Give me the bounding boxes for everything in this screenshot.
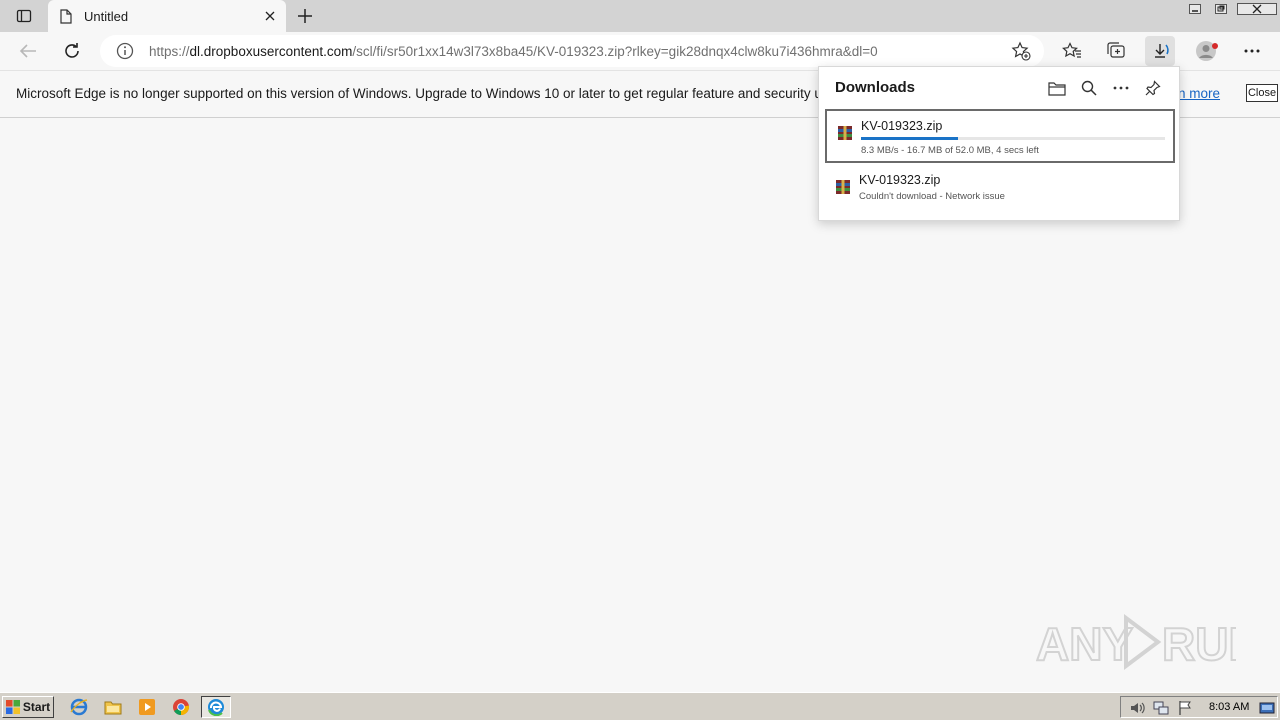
refresh-icon: [65, 43, 79, 58]
more-icon: [1244, 49, 1260, 53]
internet-explorer-icon: [70, 698, 88, 716]
download-status: Couldn't download - Network issue: [859, 191, 1005, 202]
star-add-icon: [1011, 41, 1031, 61]
media-player-icon: [139, 699, 155, 715]
action-center-flag-icon[interactable]: [1177, 700, 1193, 716]
windows-taskbar: Start 8:03 AM: [0, 692, 1280, 720]
minimize-icon: [1189, 4, 1201, 14]
minimize-button[interactable]: [1182, 0, 1208, 18]
downloads-title: Downloads: [835, 79, 916, 96]
taskbar-explorer-button[interactable]: [100, 696, 126, 718]
anyrun-watermark-logo: ANY RUN: [1036, 614, 1236, 671]
infobar-close-button[interactable]: Close: [1246, 84, 1278, 102]
browser-toolbar: https://dl.dropboxusercontent.com/scl/fi…: [0, 32, 1280, 70]
tab-actions-icon: [16, 9, 32, 23]
download-filename: KV-019323.zip: [861, 119, 943, 133]
zip-archive-icon: [838, 126, 852, 140]
address-bar[interactable]: https://dl.dropboxusercontent.com/scl/fi…: [100, 35, 1044, 67]
folder-icon: [1048, 81, 1066, 96]
page-icon: [58, 8, 74, 24]
site-info-icon[interactable]: [115, 41, 135, 61]
avatar-icon: [1196, 41, 1218, 61]
download-status: 8.3 MB/s - 16.7 MB of 52.0 MB, 4 secs le…: [861, 145, 1039, 156]
windows-logo-icon: [5, 700, 20, 714]
favorites-button[interactable]: [1057, 36, 1087, 66]
back-arrow-icon: [19, 44, 36, 58]
download-icon: [1155, 44, 1169, 58]
more-icon: [1113, 86, 1129, 90]
browser-tab[interactable]: Untitled: [48, 0, 286, 32]
collections-button[interactable]: [1101, 36, 1131, 66]
search-icon: [1081, 80, 1097, 96]
download-item-in-progress[interactable]: KV-019323.zip 8.3 MB/s - 16.7 MB of 52.0…: [825, 109, 1175, 163]
volume-icon[interactable]: [1129, 700, 1145, 716]
profile-button[interactable]: [1192, 36, 1222, 66]
downloads-more-options-button[interactable]: [1108, 77, 1134, 99]
taskbar-ie-button[interactable]: [66, 696, 92, 718]
start-label: Start: [22, 700, 51, 714]
window-controls: [1182, 0, 1280, 18]
downloads-button[interactable]: [1145, 36, 1175, 66]
download-progress-bar: [861, 137, 1165, 140]
restore-icon: [1215, 4, 1227, 14]
favorites-icon: [1062, 42, 1081, 58]
back-button[interactable]: [13, 36, 43, 66]
new-tab-button[interactable]: [292, 4, 318, 28]
close-icon: [1237, 3, 1277, 15]
taskbar-edge-button[interactable]: [201, 696, 231, 718]
url-text[interactable]: https://dl.dropboxusercontent.com/scl/fi…: [149, 44, 1006, 59]
network-icon[interactable]: [1153, 700, 1169, 716]
taskbar-chrome-button[interactable]: [168, 696, 194, 718]
add-favorite-button[interactable]: [1006, 36, 1036, 66]
downloads-panel: Downloads KV-019323.zip 8.3 MB/s - 16.7 …: [818, 66, 1180, 221]
pin-downloads-button[interactable]: [1140, 77, 1166, 99]
close-icon: [265, 11, 275, 21]
start-button[interactable]: Start: [2, 696, 54, 718]
edge-icon: [208, 699, 224, 716]
infobar-message: Microsoft Edge is no longer supported on…: [16, 86, 820, 101]
svg-text:RUN: RUN: [1162, 618, 1236, 670]
url-path: /scl/fi/sr50r1xx14w3l73x8ba45/KV-019323.…: [352, 43, 878, 59]
svg-text:ANY: ANY: [1036, 618, 1133, 670]
taskbar-clock[interactable]: 8:03 AM: [1209, 701, 1249, 713]
url-host: dl.dropboxusercontent.com: [189, 43, 353, 59]
window-close-button[interactable]: [1234, 0, 1280, 18]
system-tray: 8:03 AM: [1120, 696, 1278, 718]
plus-icon: [298, 9, 312, 23]
restore-button[interactable]: [1208, 0, 1234, 18]
tab-title: Untitled: [84, 8, 129, 24]
file-explorer-icon: [104, 701, 122, 715]
show-desktop-icon[interactable]: [1259, 700, 1275, 716]
settings-more-button[interactable]: [1237, 36, 1267, 66]
download-progress-fill: [861, 137, 959, 140]
zip-archive-icon: [836, 180, 850, 194]
taskbar-media-player-button[interactable]: [134, 696, 160, 718]
chrome-icon: [173, 699, 190, 715]
tab-strip: Untitled: [0, 0, 1280, 32]
search-downloads-button[interactable]: [1076, 77, 1102, 99]
refresh-button[interactable]: [57, 36, 87, 66]
collections-icon: [1107, 42, 1125, 58]
download-filename: KV-019323.zip: [859, 173, 941, 187]
pin-icon: [1145, 80, 1161, 96]
open-downloads-folder-button[interactable]: [1044, 77, 1070, 99]
download-item-failed[interactable]: KV-019323.zip Couldn't download - Networ…: [825, 167, 1175, 221]
url-prefix: https://: [149, 43, 190, 59]
tab-close-button[interactable]: [258, 4, 282, 28]
tab-actions-button[interactable]: [10, 5, 38, 27]
